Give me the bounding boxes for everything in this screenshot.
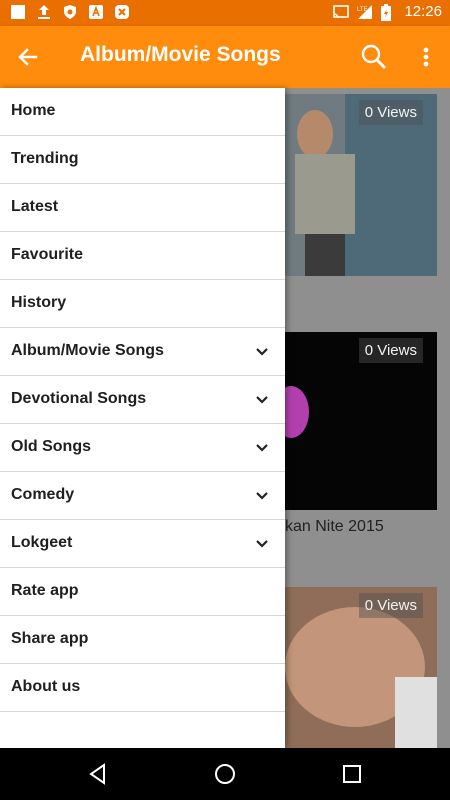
menu-item-favourite[interactable]: Favourite xyxy=(0,232,285,280)
menu-item-label: Favourite xyxy=(11,246,84,263)
home-circle-icon[interactable] xyxy=(213,762,237,786)
menu-item-home[interactable]: Home xyxy=(0,88,285,136)
chevron-down-icon[interactable] xyxy=(255,441,269,455)
menu-item-label: Rate app xyxy=(11,582,79,599)
chevron-down-icon[interactable] xyxy=(255,345,269,359)
menu-item-old-songs[interactable]: Old Songs xyxy=(0,424,285,472)
menu-item-lokgeet[interactable]: Lokgeet xyxy=(0,520,285,568)
video-thumbnail[interactable]: 0 Views xyxy=(285,587,437,748)
drawer-menu: Home Trending Latest Favourite History Album/… xyxy=(0,88,285,712)
back-triangle-icon[interactable] xyxy=(86,762,110,786)
battery-charging-icon xyxy=(380,3,396,21)
menu-item-history[interactable]: History xyxy=(0,280,285,328)
shield-icon xyxy=(62,4,78,20)
search-icon[interactable] xyxy=(360,43,388,71)
menu-item-devotional-songs[interactable]: Devotional Songs xyxy=(0,376,285,424)
menu-item-about-us[interactable]: About us xyxy=(0,664,285,712)
menu-item-label: History xyxy=(11,294,67,311)
menu-item-label: Home xyxy=(11,102,56,119)
menu-item-label: Comedy xyxy=(11,486,75,503)
menu-item-label: Devotional Songs xyxy=(11,390,147,407)
chevron-down-icon[interactable] xyxy=(255,393,269,407)
recents-square-icon[interactable] xyxy=(340,762,364,786)
more-vert-icon[interactable] xyxy=(414,42,438,72)
menu-item-label: Trending xyxy=(11,150,79,167)
menu-item-latest[interactable]: Latest xyxy=(0,184,285,232)
app-badge-icon xyxy=(114,4,130,20)
status-time: 12:26 xyxy=(404,3,442,20)
views-count: 0 Views xyxy=(358,100,423,125)
menu-item-album-movie-songs[interactable]: Album/Movie Songs xyxy=(0,328,285,376)
page-title: Album/Movie Songs xyxy=(80,43,281,66)
menu-item-label: Latest xyxy=(11,198,59,215)
upload-icon xyxy=(36,4,52,20)
views-count: 0 Views xyxy=(358,593,423,618)
cast-icon xyxy=(332,4,350,20)
navigation-drawer: Home Trending Latest Favourite History Album/… xyxy=(0,88,285,748)
menu-item-label: Share app xyxy=(11,630,89,647)
video-thumbnail[interactable]: 0 Views xyxy=(285,94,437,276)
signal-icon: LTE xyxy=(356,4,373,20)
system-nav-bar xyxy=(0,748,450,800)
menu-item-rate-app[interactable]: Rate app xyxy=(0,568,285,616)
app-bar: Album/Movie Songs xyxy=(0,26,450,88)
status-bar: LTE 12:26 xyxy=(0,0,450,26)
chevron-down-icon[interactable] xyxy=(255,537,269,551)
menu-item-label: Old Songs xyxy=(11,438,91,455)
views-count: 0 Views xyxy=(358,338,423,363)
menu-item-comedy[interactable]: Comedy xyxy=(0,472,285,520)
video-thumbnail[interactable]: 0 Views xyxy=(273,332,437,510)
menu-item-trending[interactable]: Trending xyxy=(0,136,285,184)
menu-item-share-app[interactable]: Share app xyxy=(0,616,285,664)
video-title: kan Nite 2015 xyxy=(285,518,384,535)
chevron-down-icon[interactable] xyxy=(255,489,269,503)
menu-item-label: About us xyxy=(11,678,81,695)
menu-item-label: Lokgeet xyxy=(11,534,73,551)
app-a-icon xyxy=(88,4,104,20)
arrow-left-icon[interactable] xyxy=(14,43,42,71)
notification-square-icon xyxy=(10,4,26,20)
menu-item-label: Album/Movie Songs xyxy=(11,342,164,359)
network-type: LTE xyxy=(357,7,368,13)
